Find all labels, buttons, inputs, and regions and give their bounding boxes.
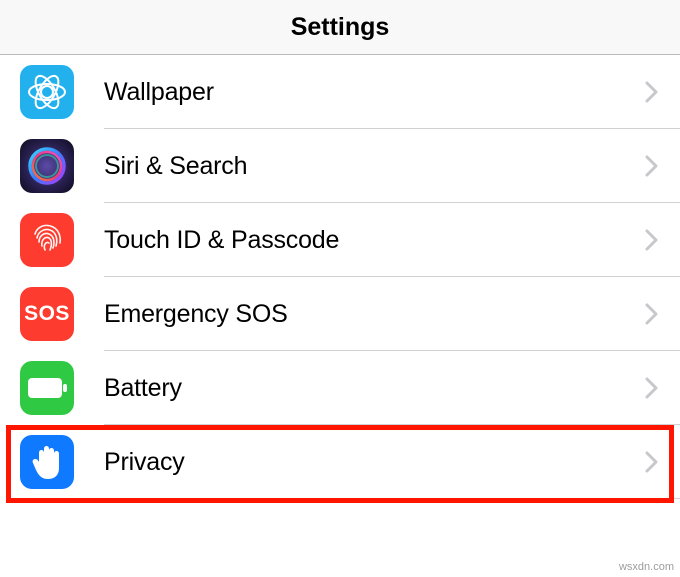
row-emergency-sos[interactable]: SOS Emergency SOS	[0, 277, 680, 351]
row-label: Privacy	[104, 448, 645, 477]
battery-icon	[20, 361, 74, 415]
chevron-right-icon	[645, 81, 658, 103]
separator	[104, 498, 680, 499]
chevron-right-icon	[645, 155, 658, 177]
row-touchid-passcode[interactable]: Touch ID & Passcode	[0, 203, 680, 277]
row-label: Touch ID & Passcode	[104, 226, 645, 255]
chevron-right-icon	[645, 451, 658, 473]
row-wallpaper[interactable]: Wallpaper	[0, 55, 680, 129]
chevron-right-icon	[645, 229, 658, 251]
row-siri-search[interactable]: Siri & Search	[0, 129, 680, 203]
row-battery[interactable]: Battery	[0, 351, 680, 425]
hand-icon	[20, 435, 74, 489]
row-privacy[interactable]: Privacy	[0, 425, 680, 499]
sos-icon: SOS	[20, 287, 74, 341]
row-label: Wallpaper	[104, 78, 645, 107]
page-title: Settings	[291, 13, 390, 42]
chevron-right-icon	[645, 303, 658, 325]
row-label: Battery	[104, 374, 645, 403]
watermark: wsxdn.com	[619, 561, 674, 573]
chevron-right-icon	[645, 377, 658, 399]
header: Settings	[0, 0, 680, 55]
row-label: Emergency SOS	[104, 300, 645, 329]
siri-icon	[20, 139, 74, 193]
row-label: Siri & Search	[104, 152, 645, 181]
settings-list: Wallpaper	[0, 55, 680, 499]
fingerprint-icon	[20, 213, 74, 267]
wallpaper-icon	[20, 65, 74, 119]
